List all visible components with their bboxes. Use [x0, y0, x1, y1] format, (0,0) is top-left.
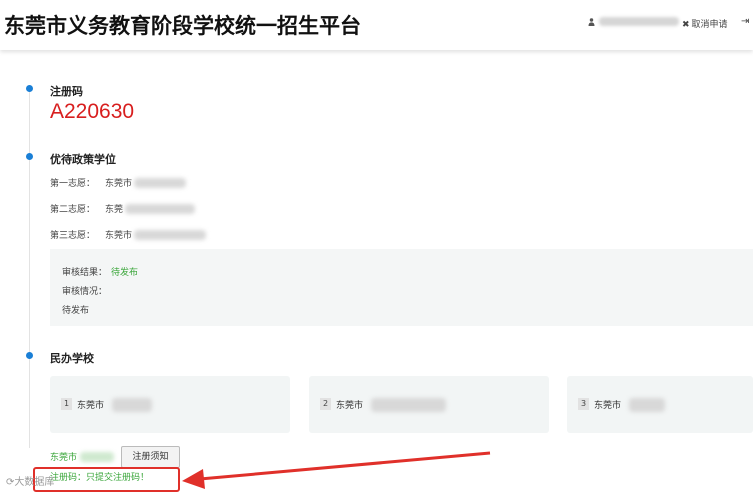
- annotation-arrow: [182, 451, 491, 489]
- watermark-text: 大数据库: [14, 477, 55, 488]
- watermark: ⟳大数据库: [6, 473, 54, 488]
